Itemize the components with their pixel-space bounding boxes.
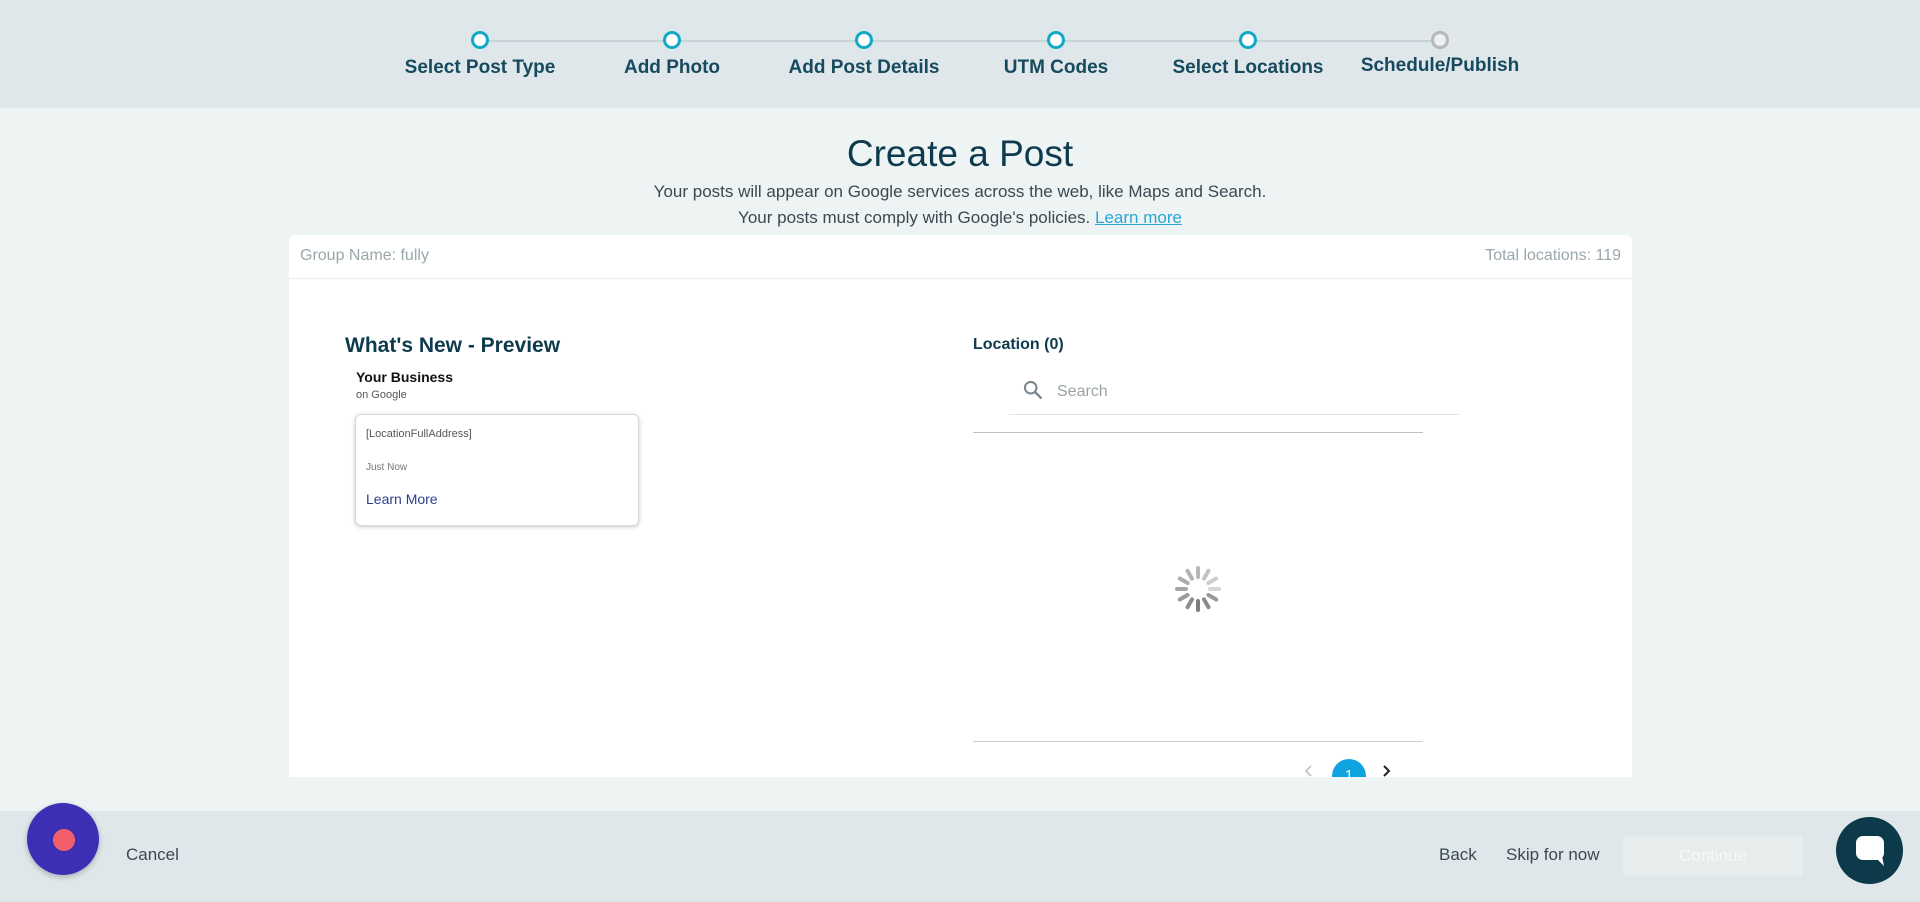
step-label: Schedule/Publish (1360, 55, 1520, 76)
step-label: Add Photo (623, 57, 721, 78)
step-current-dot (1239, 31, 1257, 49)
step-complete-dot (471, 31, 489, 49)
step-label: Select Post Type (404, 57, 556, 78)
chevron-right-icon[interactable] (1379, 761, 1395, 777)
group-name: Group Name: fully (300, 247, 429, 264)
post-locations-card: Group Name: fully Total locations: 119 W… (289, 235, 1632, 777)
location-search (1009, 368, 1459, 415)
post-preview-card: [LocationFullAddress] Just Now Learn Mor… (355, 414, 639, 526)
back-button[interactable]: Back (1439, 845, 1477, 865)
subtitle-text: Your posts will appear on Google service… (653, 182, 1267, 201)
chat-bubble-icon (1856, 836, 1884, 866)
assistant-launcher-button[interactable] (27, 803, 99, 875)
search-icon (1023, 380, 1042, 399)
search-input[interactable] (1055, 374, 1449, 410)
record-dot-icon (53, 829, 75, 851)
step-pending-dot (1431, 31, 1449, 49)
continue-button[interactable]: Continue (1622, 834, 1804, 878)
list-divider-bottom (973, 741, 1423, 742)
step-complete-dot (663, 31, 681, 49)
step-complete-dot (855, 31, 873, 49)
step-utm-codes[interactable]: UTM Codes (956, 31, 1156, 79)
learn-more-link[interactable]: Learn more (1095, 208, 1182, 227)
step-select-post-type[interactable]: Select Post Type (380, 31, 580, 79)
business-subtitle: on Google (356, 389, 407, 401)
chat-button[interactable] (1836, 817, 1903, 884)
page-title: Create a Post (846, 133, 1074, 174)
step-select-locations[interactable]: Select Locations (1148, 31, 1348, 79)
progress-stepper: Select Post Type Add Photo Add Post Deta… (0, 0, 1920, 108)
step-complete-dot (1047, 31, 1065, 49)
business-name: Your Business (356, 369, 453, 385)
loading-spinner-icon (1175, 566, 1221, 612)
pagination-page-current[interactable]: 1 (1332, 759, 1366, 777)
step-add-photo[interactable]: Add Photo (572, 31, 772, 79)
skip-for-now-button[interactable]: Skip for now (1506, 845, 1600, 865)
subtitle-text: Your posts must comply with Google's pol… (738, 208, 1091, 227)
step-add-post-details[interactable]: Add Post Details (764, 31, 964, 79)
preview-address: [LocationFullAddress] (366, 428, 472, 440)
cancel-button[interactable]: Cancel (126, 845, 179, 865)
chevron-left-icon[interactable] (1301, 761, 1317, 777)
list-divider-top (973, 432, 1423, 433)
step-label: Select Locations (1172, 57, 1324, 78)
preview-cta-button[interactable]: Learn More (366, 491, 438, 507)
step-label: Add Post Details (788, 57, 940, 78)
preview-title: What's New - Preview (345, 334, 561, 357)
location-count-title: Location (0) (973, 336, 1064, 353)
subtitle-line-2: Your posts must comply with Google's pol… (0, 208, 1920, 228)
step-label: UTM Codes (1003, 57, 1109, 78)
card-header: Group Name: fully Total locations: 119 (289, 235, 1632, 279)
step-schedule-publish: Schedule/Publish (1340, 31, 1540, 77)
total-locations: Total locations: 119 (1485, 247, 1621, 264)
preview-time: Just Now (366, 462, 408, 473)
subtitle-line-1: Your posts will appear on Google service… (0, 182, 1920, 202)
